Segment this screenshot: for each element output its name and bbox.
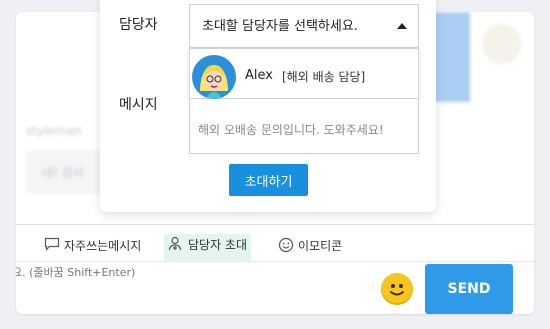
message-label: 메시지 <box>119 97 158 113</box>
dropdown-option[interactable]: Alex [해외 배송 담당] <box>190 49 418 99</box>
manager-select-value: 초대할 담당자를 선택하세요. <box>202 19 358 34</box>
frequent-messages-label: 자주쓰는메시지 <box>64 239 142 253</box>
invite-manager-popup: 담당자 초대할 담당자를 선택하세요. Alex [해외 배송 담당] 메시지 … <box>100 0 436 212</box>
sender-username: styleman <box>26 124 82 138</box>
message-textarea[interactable]: 해외 오배송 문의입니다. 도와주세요! <box>189 99 419 154</box>
invite-manager-button[interactable]: 담당자 초대 <box>164 234 252 262</box>
speech-bubble-icon <box>44 237 60 251</box>
invite-button[interactable]: 초대하기 <box>229 164 308 196</box>
emoticon-button[interactable]: 이모티콘 <box>274 235 346 263</box>
manager-avatar <box>192 55 236 99</box>
chat-toolbar: 자주쓰는메시지 담당자 초대 이모티콘 <box>16 224 534 262</box>
manager-dropdown: Alex [해외 배송 담당] <box>189 48 419 99</box>
user-add-icon <box>168 236 182 251</box>
smiley-icon <box>278 237 294 253</box>
caret-up-icon <box>397 23 407 29</box>
send-button[interactable]: SEND <box>425 264 513 314</box>
avatar <box>482 24 522 64</box>
manager-select[interactable]: 초대할 담당자를 선택하세요. <box>189 4 419 48</box>
message-input[interactable]: 요. (줄바꿈 Shift+Enter) <box>16 264 135 280</box>
frequent-messages-button[interactable]: 자주쓰는메시지 <box>40 235 145 263</box>
manager-name: Alex <box>245 68 273 83</box>
blonde-woman-avatar-icon <box>200 65 228 99</box>
manager-label: 담당자 <box>119 17 158 33</box>
emoji-picker-button[interactable] <box>381 273 413 305</box>
invite-manager-label: 담당자 초대 <box>188 238 248 252</box>
manager-role: [해외 배송 담당] <box>282 70 366 84</box>
smiley-face-icon <box>390 284 404 296</box>
emoticon-label: 이모티콘 <box>298 239 343 253</box>
